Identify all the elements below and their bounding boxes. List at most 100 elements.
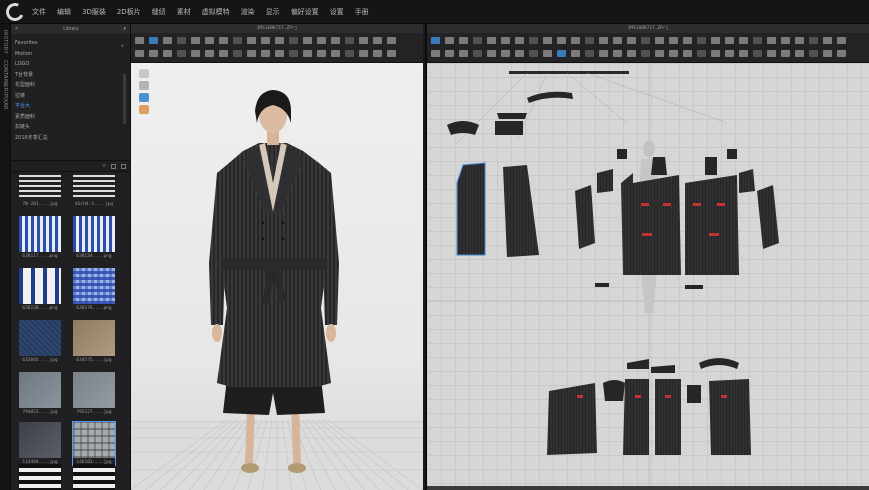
tool-icon[interactable] <box>191 50 200 57</box>
tree-item-platform[interactable]: 平台大 <box>11 101 130 112</box>
tool-icon[interactable] <box>641 37 650 44</box>
menu-materials[interactable]: 素材 <box>177 7 191 17</box>
tool-icon[interactable] <box>331 50 340 57</box>
tool-icon[interactable] <box>275 50 284 57</box>
tool-icon[interactable] <box>247 50 256 57</box>
tool-icon[interactable] <box>289 50 298 57</box>
tool-icon[interactable] <box>837 50 846 57</box>
library-thumbnail[interactable] <box>73 464 115 490</box>
library-thumbnail[interactable]: 638138....png <box>19 268 61 311</box>
avatar-model[interactable] <box>131 63 423 490</box>
tool-icon[interactable] <box>543 50 552 57</box>
tool-icon[interactable] <box>473 37 482 44</box>
tool-icon[interactable] <box>725 37 734 44</box>
tree-item-runway-bg[interactable]: T台背景 <box>11 70 130 81</box>
tool-icon[interactable] <box>163 37 172 44</box>
tool-icon[interactable] <box>303 50 312 57</box>
tool-icon[interactable] <box>767 50 776 57</box>
tool-icon[interactable] <box>459 37 468 44</box>
tree-scrollbar[interactable] <box>123 74 126 124</box>
3d-viewport[interactable] <box>131 63 423 490</box>
grid-view-icon[interactable] <box>111 163 116 169</box>
tool-icon[interactable] <box>711 37 720 44</box>
tool-icon[interactable] <box>655 50 664 57</box>
tool-icon[interactable] <box>205 50 214 57</box>
tool-icon[interactable] <box>809 50 818 57</box>
tool-icon[interactable] <box>795 50 804 57</box>
library-thumbnail[interactable]: 795127....jpg <box>73 372 115 415</box>
tree-item-print-fabric[interactable]: 花型面料 <box>11 80 130 91</box>
tool-icon[interactable] <box>795 37 804 44</box>
tool-icon[interactable] <box>289 37 298 44</box>
tool-icon[interactable] <box>711 50 720 57</box>
tool-icon[interactable] <box>317 50 326 57</box>
tool-icon[interactable] <box>373 50 382 57</box>
tool-icon[interactable] <box>317 37 326 44</box>
tool-icon[interactable] <box>585 37 594 44</box>
tool-icon[interactable] <box>233 50 242 57</box>
tab-history[interactable]: HISTORY <box>2 30 8 54</box>
tool-icon[interactable] <box>613 37 622 44</box>
menu-preferences[interactable]: 偏好设置 <box>291 7 319 17</box>
tool-icon[interactable] <box>345 37 354 44</box>
tool-icon[interactable] <box>359 50 368 57</box>
library-thumbnail[interactable]: 632045....jpg <box>19 320 61 363</box>
tool-icon[interactable] <box>431 37 440 44</box>
tree-item-favorites[interactable]: Favorites <box>11 38 130 49</box>
library-thumbnail[interactable]: 794053....jpg <box>19 372 61 415</box>
tool-icon[interactable] <box>177 50 186 57</box>
tool-icon[interactable] <box>753 50 762 57</box>
menu-file[interactable]: 文件 <box>32 7 46 17</box>
tool-icon[interactable] <box>177 37 186 44</box>
tool-icon[interactable] <box>135 37 144 44</box>
tool-icon[interactable] <box>683 37 692 44</box>
tool-icon[interactable] <box>261 37 270 44</box>
tool-icon[interactable] <box>585 50 594 57</box>
tool-icon[interactable] <box>149 37 158 44</box>
tool-icon[interactable] <box>445 37 454 44</box>
tool-icon[interactable] <box>149 50 158 57</box>
tool-icon[interactable] <box>233 37 242 44</box>
tool-icon[interactable] <box>599 50 608 57</box>
menu-render[interactable]: 渲染 <box>241 7 255 17</box>
tool-icon[interactable] <box>809 37 818 44</box>
tool-icon[interactable] <box>515 50 524 57</box>
tool-icon[interactable] <box>725 50 734 57</box>
tool-icon[interactable] <box>571 50 580 57</box>
menu-manual[interactable]: 手册 <box>355 7 369 17</box>
tool-icon[interactable] <box>739 37 748 44</box>
library-thumbnail[interactable]: 638117....png <box>19 216 61 259</box>
library-thumbnail[interactable]: 114484....jpg <box>19 422 61 465</box>
tool-icon[interactable] <box>345 50 354 57</box>
menu-sewing[interactable]: 缝纫 <box>152 7 166 17</box>
tool-icon[interactable] <box>627 50 636 57</box>
tool-icon[interactable] <box>669 50 678 57</box>
tool-icon[interactable] <box>275 37 284 44</box>
tool-icon[interactable] <box>387 37 396 44</box>
tool-icon[interactable] <box>373 37 382 44</box>
tool-icon[interactable] <box>473 50 482 57</box>
tool-icon[interactable] <box>431 50 440 57</box>
tool-icon[interactable] <box>739 50 748 57</box>
tool-icon[interactable] <box>487 50 496 57</box>
tool-icon[interactable] <box>163 50 172 57</box>
tool-icon[interactable] <box>303 37 312 44</box>
library-thumbnail[interactable]: 146101....jpg <box>72 421 116 466</box>
tool-icon[interactable] <box>529 37 538 44</box>
pattern-pieces[interactable] <box>427 63 869 490</box>
menu-avatar[interactable]: 虚拟模特 <box>202 7 230 17</box>
tool-icon[interactable] <box>697 37 706 44</box>
tool-icon[interactable] <box>837 37 846 44</box>
tool-icon[interactable] <box>753 37 762 44</box>
tool-icon[interactable] <box>515 37 524 44</box>
tool-icon[interactable] <box>529 50 538 57</box>
tool-icon[interactable] <box>459 50 468 57</box>
2d-pattern-viewport[interactable] <box>427 63 869 490</box>
library-thumbnail[interactable]: 638134....png <box>73 216 115 259</box>
tool-icon[interactable] <box>781 37 790 44</box>
menu-3d-garment[interactable]: 3D服装 <box>82 7 106 17</box>
library-thumbnail[interactable]: 6345?5....jpg <box>73 320 115 363</box>
tool-icon[interactable] <box>669 37 678 44</box>
tool-icon[interactable] <box>191 37 200 44</box>
tool-icon[interactable] <box>823 37 832 44</box>
